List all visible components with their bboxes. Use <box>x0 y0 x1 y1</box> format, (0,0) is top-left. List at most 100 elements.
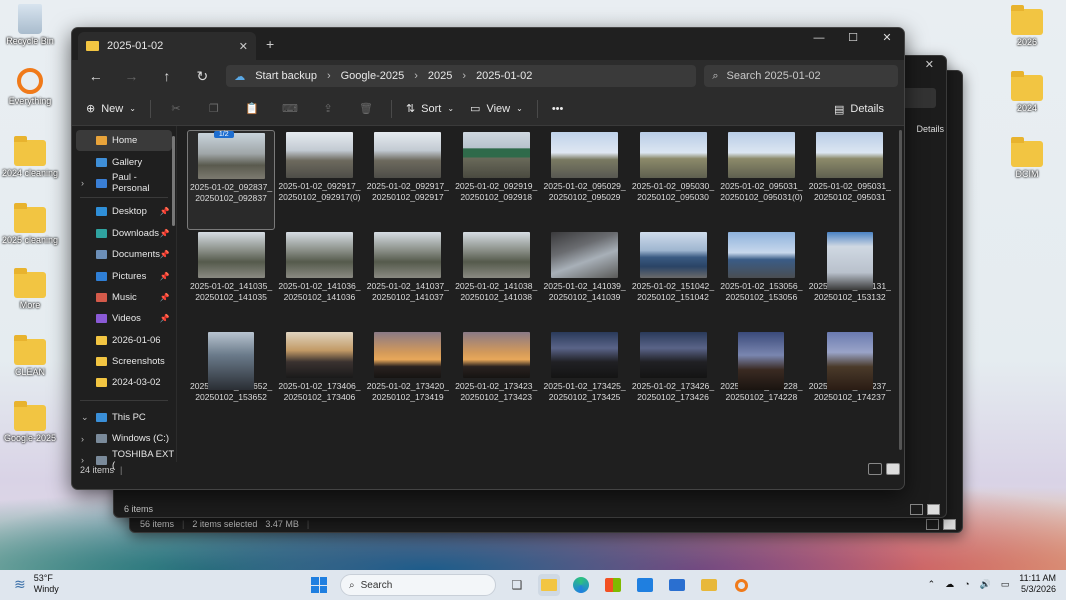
wifi-icon[interactable]: ◔ <box>964 579 969 589</box>
sort-button[interactable]: ⇅ Sort ⌄ <box>400 97 460 121</box>
chevron-right-icon[interactable]: › <box>81 178 84 188</box>
desktop-icon-more[interactable]: More <box>0 268 60 310</box>
file-item[interactable]: 2025-01-02_095031_20250102_095031 <box>806 130 894 230</box>
minimize-icon[interactable]: — <box>802 28 836 48</box>
photo-thumbnail[interactable] <box>374 332 442 378</box>
pin-icon[interactable]: 📌 <box>160 250 170 259</box>
photo-thumbnail[interactable] <box>208 332 255 390</box>
details-button[interactable]: Details <box>916 124 944 134</box>
clock[interactable]: 11:11 AM 5/3/2026 <box>1019 573 1056 595</box>
desktop-icon-2026[interactable]: 2026 <box>997 5 1057 47</box>
nav-item-videos[interactable]: Videos 📌 <box>72 308 176 329</box>
file-item[interactable]: 2025-01-02_092917_20250102_092917 <box>364 130 452 230</box>
file-item[interactable]: 2025-01-02_173425_20250102_173425 <box>540 330 628 430</box>
file-item[interactable]: 2025-01-02_174237_20250102_174237 <box>806 330 894 430</box>
breadcrumb-google-2025[interactable]: Google-2025 <box>341 70 405 82</box>
nav-item-screenshots[interactable]: Screenshots <box>72 351 176 372</box>
photo-thumbnail[interactable] <box>374 232 442 278</box>
breadcrumb-start-backup[interactable]: Start backup <box>255 70 317 82</box>
file-item[interactable]: 2025-01-02_153131_20250102_153132 <box>806 230 894 330</box>
nav-item-documents[interactable]: Documents 📌 <box>72 244 176 265</box>
nav-item-paul-personal[interactable]: › Paul - Personal <box>72 172 176 194</box>
weather-widget[interactable]: ≋ 53°F Windy <box>14 573 59 595</box>
photo-thumbnail[interactable] <box>816 132 884 178</box>
photo-thumbnail[interactable] <box>551 132 619 178</box>
photo-thumbnail[interactable] <box>639 132 707 178</box>
view-toggle[interactable] <box>910 504 940 515</box>
pin-icon[interactable]: 📌 <box>160 293 170 302</box>
nav-item-windows-c[interactable]: › Windows (C:) <box>72 428 176 449</box>
details-view-icon[interactable] <box>868 463 882 475</box>
file-grid[interactable]: 1/2 2025-01-02_092837_20250102_092837 2025… <box>177 126 904 462</box>
edge-browser-icon[interactable] <box>570 574 592 596</box>
photos-folder-icon[interactable] <box>698 574 720 596</box>
file-item[interactable]: 2025-01-02_141037_20250102_141037 <box>364 230 452 330</box>
cut-icon[interactable]: ✂ <box>159 97 193 121</box>
rename-icon[interactable]: ⌨ <box>273 97 307 121</box>
file-item[interactable]: 2025-01-02_092919_20250102_092918 <box>452 130 540 230</box>
photo-thumbnail[interactable] <box>738 332 785 390</box>
file-explorer-window[interactable]: 2025-01-02 ✕ + — ☐ ✕ ← → ↑ ↻ ☁ Start bac… <box>71 27 905 490</box>
file-item[interactable]: 2025-01-02_173423_20250102_173423 <box>452 330 540 430</box>
nav-item-2024-03-02[interactable]: 2024-03-02 <box>72 372 176 393</box>
breadcrumb[interactable]: ☁ Start backup › Google-2025 › 2025 › 20… <box>226 65 697 87</box>
photo-thumbnail[interactable] <box>727 232 795 278</box>
view-toggle[interactable] <box>926 519 956 530</box>
file-item[interactable]: 1/2 2025-01-02_092837_20250102_092837 <box>186 130 276 230</box>
photo-thumbnail[interactable] <box>374 132 442 178</box>
task-view-icon[interactable]: ❑ <box>506 574 528 596</box>
forward-arrow-icon[interactable]: → <box>114 68 150 84</box>
photo-thumbnail[interactable] <box>462 232 530 278</box>
volume-icon[interactable]: 🔊 <box>980 579 991 590</box>
desktop-icon-clean[interactable]: CLEAN <box>0 335 60 377</box>
file-item[interactable]: 2025-01-02_153652_20250102_153652 <box>187 330 275 430</box>
file-item[interactable]: 2025-01-02_141035_20250102_141035 <box>187 230 275 330</box>
file-item[interactable]: 2025-01-02_095030_20250102_095030 <box>629 130 717 230</box>
delete-icon[interactable]: 🗑 <box>349 97 383 121</box>
more-options-button[interactable]: ••• <box>546 97 570 121</box>
close-icon[interactable]: ✕ <box>925 58 934 71</box>
photo-thumbnail[interactable] <box>639 232 707 278</box>
battery-icon[interactable]: ▭ <box>1001 579 1010 590</box>
nav-item-downloads[interactable]: Downloads 📌 <box>72 223 176 244</box>
breadcrumb-2025[interactable]: 2025 <box>428 70 452 82</box>
thumbnail-view-icon[interactable] <box>886 463 900 475</box>
everything-search-icon[interactable] <box>730 574 752 596</box>
file-item[interactable]: 2025-01-02_141038_20250102_141038 <box>452 230 540 330</box>
tab-close-icon[interactable]: ✕ <box>239 40 248 53</box>
file-item[interactable]: 2025-01-02_151042_20250102_151042 <box>629 230 717 330</box>
photo-thumbnail[interactable] <box>285 332 353 378</box>
copy-icon[interactable]: ❐ <box>197 97 231 121</box>
photo-thumbnail[interactable] <box>639 332 707 378</box>
desktop-icon-2024[interactable]: 2024 <box>997 71 1057 113</box>
desktop-icon-2025-cleaning[interactable]: 2025 cleaning <box>0 203 60 245</box>
file-item[interactable]: 2025-01-02_095029_20250102_095029 <box>540 130 628 230</box>
content-scrollbar[interactable] <box>899 130 902 450</box>
pin-icon[interactable]: 📌 <box>160 229 170 238</box>
file-item[interactable]: 2025-01-02_174228_20250102_174228 <box>717 330 805 430</box>
pin-icon[interactable]: 📌 <box>160 314 170 323</box>
nav-item-this-pc[interactable]: ⌄ This PC <box>72 407 176 428</box>
photo-thumbnail[interactable] <box>551 232 619 278</box>
photo-thumbnail[interactable] <box>551 332 619 378</box>
photo-thumbnail[interactable] <box>197 232 265 278</box>
mail-icon[interactable] <box>666 574 688 596</box>
details-button[interactable]: ▤ Details <box>828 97 890 121</box>
back-arrow-icon[interactable]: ← <box>78 68 114 84</box>
file-item[interactable]: 2025-01-02_095031_20250102_095031(0) <box>717 130 805 230</box>
desktop-icon-everything[interactable]: Everything <box>0 68 60 106</box>
nav-item-desktop[interactable]: Desktop 📌 <box>72 201 176 222</box>
file-item[interactable]: 2025-01-02_173406_20250102_173406 <box>275 330 363 430</box>
paste-icon[interactable]: 📋 <box>235 97 269 121</box>
file-item[interactable]: 2025-01-02_153056_20250102_153056 <box>717 230 805 330</box>
close-icon[interactable]: ✕ <box>870 28 904 48</box>
view-toggle[interactable] <box>868 463 900 475</box>
photo-thumbnail[interactable] <box>197 133 265 179</box>
nav-item-home[interactable]: Home <box>76 130 172 152</box>
outlook-icon[interactable] <box>634 574 656 596</box>
navigation-pane[interactable]: Home Gallery › Paul - Personal Desktop 📌 Downl… <box>72 126 177 471</box>
maximize-icon[interactable]: ☐ <box>836 28 870 48</box>
photo-thumbnail[interactable] <box>727 132 795 178</box>
photo-thumbnail[interactable] <box>285 232 353 278</box>
desktop-icon-google-2025[interactable]: Google-2025 <box>0 401 60 443</box>
